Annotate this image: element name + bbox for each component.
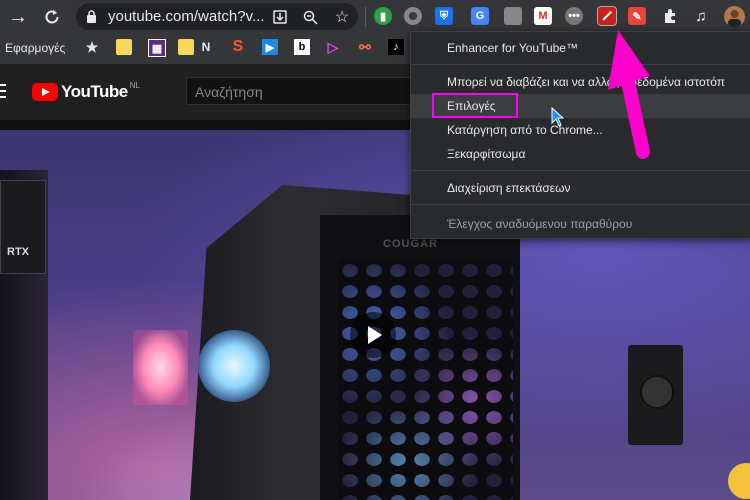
menu-item-remove[interactable]: Κατάργηση από το Chrome...	[411, 118, 750, 142]
ext-gmail-icon[interactable]: M	[534, 7, 552, 25]
bookmark-b-icon[interactable]: b	[294, 39, 310, 55]
bookmark-pink-play-icon[interactable]: ▷	[325, 39, 341, 55]
rgb-fan	[198, 330, 270, 402]
bookmark-folder-icon[interactable]	[178, 39, 194, 55]
youtube-logo[interactable]: YouTube NL	[32, 80, 140, 102]
youtube-play-logo-icon	[32, 83, 58, 101]
menu-title-label: Enhancer for YouTube™	[447, 41, 578, 55]
bookmark-folder-icon[interactable]	[116, 39, 132, 55]
extension-context-menu: Enhancer for YouTube™ Μπορεί να διαβάζει…	[410, 31, 750, 239]
emoji-sticker	[728, 463, 750, 499]
ext-grey-icon[interactable]	[504, 7, 522, 25]
bookmark-n-label[interactable]: N	[198, 39, 214, 55]
install-app-icon[interactable]	[270, 7, 290, 27]
menu-item-label: Μπορεί να διαβάζει και να αλλάζει δεδομέ…	[447, 75, 725, 89]
menu-item-inspect-popup: Έλεγχος αναδυόμενου παραθύρου	[411, 212, 750, 236]
pink-lamp	[133, 330, 188, 405]
menu-item-label: Έλεγχος αναδυόμενου παραθύρου	[447, 217, 633, 231]
bookmark-tiktok-icon[interactable]: ♪	[388, 39, 404, 55]
menu-item-label: Διαχείριση επεκτάσεων	[447, 181, 571, 195]
menu-separator	[411, 170, 750, 171]
reload-icon[interactable]	[40, 5, 64, 29]
zoom-icon[interactable]	[300, 7, 320, 27]
menu-separator	[411, 204, 750, 205]
ext-shield-icon[interactable]: ⛨	[435, 7, 453, 25]
search-placeholder: Αναζήτηση	[195, 84, 263, 100]
cougar-logo: COUGAR	[383, 238, 438, 250]
video-play-button[interactable]	[350, 312, 396, 358]
bookmark-s-icon[interactable]: S	[230, 38, 246, 55]
menu-item-label: Ξεκαρφίτσωμα	[447, 147, 526, 161]
media-queue-icon[interactable]: ♫	[692, 7, 710, 25]
youtube-logo-text: YouTube	[61, 82, 128, 101]
lock-icon	[87, 10, 96, 23]
youtube-search-input[interactable]: Αναζήτηση	[186, 77, 426, 105]
magenta-arrow-icon	[608, 30, 650, 159]
rtx-label: RTX	[7, 246, 29, 258]
menu-icon[interactable]	[0, 84, 6, 98]
ext-more-icon[interactable]: •••	[565, 7, 583, 25]
menu-item-title[interactable]: Enhancer for YouTube™	[411, 36, 750, 60]
ext-green-icon[interactable]: ▮	[374, 7, 392, 25]
bookmark-apps[interactable]: Εφαρμογές	[5, 41, 65, 55]
address-bar[interactable]: youtube.com/watch?v... ☆	[76, 3, 358, 30]
bookmark-bike-icon[interactable]: ⚯	[357, 39, 373, 55]
bookmark-star-icon[interactable]: ☆	[332, 7, 352, 27]
speaker	[628, 345, 683, 445]
bookmark-site-icon[interactable]: ▦	[148, 39, 166, 57]
ext-translate-icon[interactable]: G	[471, 7, 489, 25]
menu-item-unpin[interactable]: Ξεκαρφίτσωμα	[411, 142, 750, 166]
toolbar-separator	[365, 7, 366, 27]
bookmark-star-icon[interactable]: ★	[84, 39, 100, 55]
pc-case-mesh	[338, 260, 513, 500]
menu-item-manage-extensions[interactable]: Διαχείριση επεκτάσεων	[411, 176, 750, 200]
forward-arrow-icon[interactable]: →	[6, 5, 30, 29]
bookmark-play-icon[interactable]: ▶	[262, 39, 278, 55]
menu-item-options[interactable]: Επιλογές	[411, 94, 750, 118]
menu-item-label: Επιλογές	[447, 99, 496, 113]
rtx-graphics-card-box: RTX	[0, 180, 46, 274]
ext-record-icon[interactable]	[404, 7, 422, 25]
menu-item-label: Κατάργηση από το Chrome...	[447, 123, 603, 137]
mouse-cursor-icon	[551, 107, 565, 127]
menu-separator	[411, 64, 750, 65]
region-code: NL	[129, 80, 140, 90]
menu-item-site-access[interactable]: Μπορεί να διαβάζει και να αλλάζει δεδομέ…	[411, 70, 750, 94]
profile-avatar[interactable]	[724, 6, 745, 27]
